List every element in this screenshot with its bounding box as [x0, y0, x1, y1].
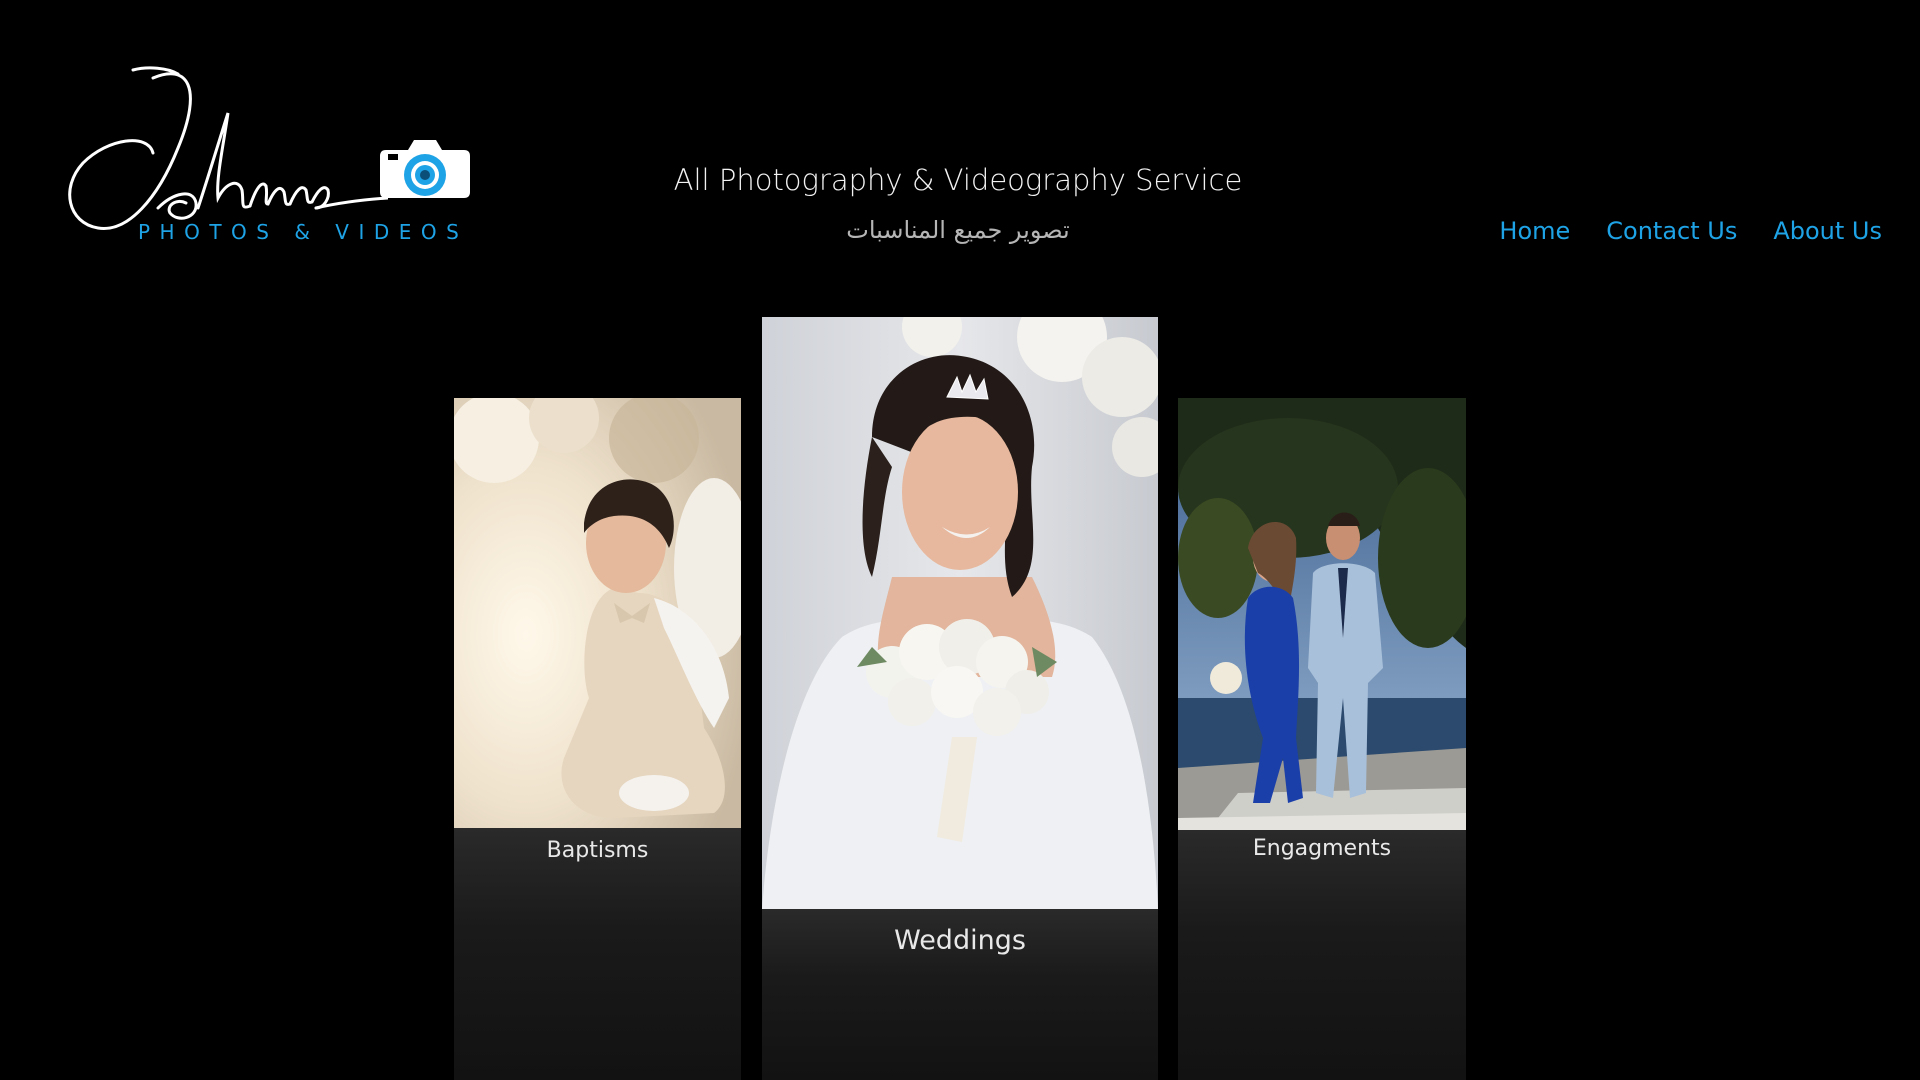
baptisms-photo: [454, 398, 741, 828]
camera-icon: [380, 140, 470, 198]
weddings-photo: [762, 317, 1158, 909]
gallery-card-engagments[interactable]: Engagments: [1178, 398, 1466, 1080]
site-logo[interactable]: PHOTOS & VIDEOS: [58, 58, 470, 248]
main-nav: Home Contact Us About Us: [1463, 217, 1882, 245]
site-tagline: All Photography & Videography Service: [673, 163, 1243, 197]
engagments-photo: [1178, 398, 1466, 830]
engagments-label: Engagments: [1252, 836, 1392, 861]
gallery-card-baptisms[interactable]: Baptisms: [454, 398, 741, 1080]
logo-subtitle: PHOTOS & VIDEOS: [138, 220, 469, 244]
baptisms-reflection: [454, 828, 741, 1080]
nav-home-link[interactable]: Home: [1499, 217, 1570, 245]
nav-contact-link[interactable]: Contact Us: [1606, 217, 1737, 245]
weddings-label: Weddings: [894, 925, 1026, 956]
site-tagline-arabic: تصوير جميع المناسبات: [846, 216, 1070, 244]
gallery-card-weddings[interactable]: Weddings: [762, 317, 1158, 1080]
nav-about-link[interactable]: About Us: [1773, 217, 1882, 245]
baptisms-label: Baptisms: [546, 838, 649, 863]
engagments-reflection: [1178, 830, 1466, 1080]
